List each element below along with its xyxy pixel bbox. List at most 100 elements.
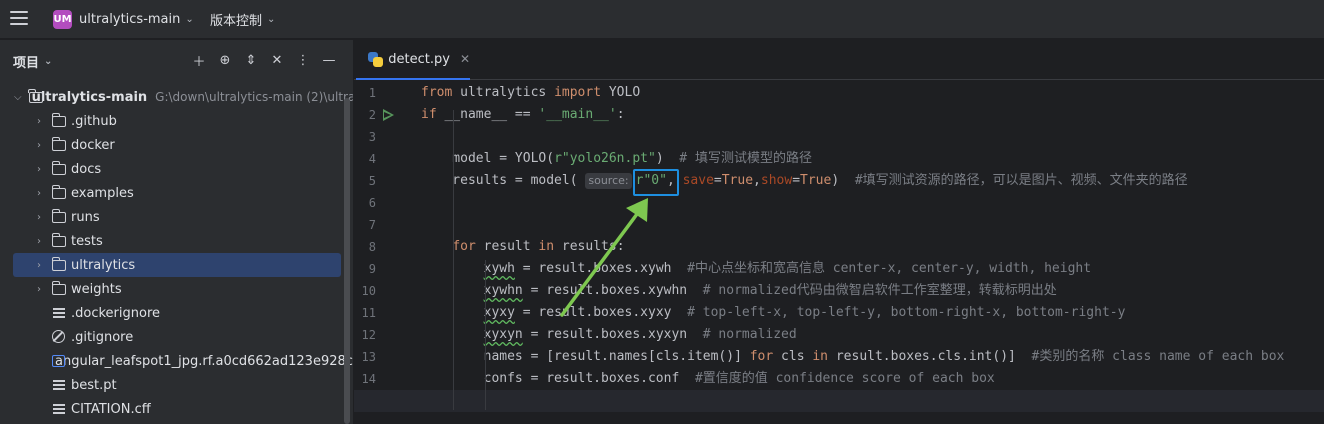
more-options-icon[interactable]: ⋮ — [290, 51, 316, 69]
tree-item-label: weights — [71, 281, 122, 297]
folder-icon — [51, 209, 67, 224]
folder-icon — [51, 113, 67, 128]
panel-scrollbar[interactable] — [344, 98, 350, 424]
code-line-15-current — [354, 390, 1324, 412]
tree-item-examples[interactable]: › examples — [0, 181, 353, 205]
tree-item-best-pt[interactable]: best.pt — [0, 373, 353, 397]
tree-item-label: docs — [71, 161, 102, 177]
text-file-icon — [51, 378, 67, 392]
code-line-13: names = [result.names[cls.item()] for cl… — [421, 349, 1285, 364]
tree-item-label: runs — [71, 209, 100, 225]
editor-tab-bar: detect.py ✕ — [354, 40, 1324, 80]
code-area[interactable]: from ultralytics import YOLO if __name__… — [354, 82, 1324, 412]
new-file-icon[interactable]: ＋ — [186, 51, 212, 70]
title-bar: UM ultralytics-main ⌄ 版本控制 ⌄ — [0, 0, 1324, 39]
line-number: 10 — [361, 284, 376, 298]
indent-guide — [485, 260, 486, 410]
tree-item-docker[interactable]: › docker — [0, 133, 353, 157]
line-number: 8 — [368, 240, 376, 254]
tree-item-tests[interactable]: › tests — [0, 229, 353, 253]
tree-item-label: .github — [71, 113, 117, 129]
chevron-down-icon[interactable]: ⌵ — [14, 92, 22, 103]
tree-item-label: best.pt — [71, 377, 117, 393]
tree-item-citation[interactable]: CITATION.cff — [0, 397, 353, 421]
chevron-right-icon[interactable]: › — [33, 188, 45, 199]
tree-item-label: docker — [71, 137, 115, 153]
folder-icon — [51, 161, 67, 176]
tree-item-root[interactable]: ⌵ ultralytics-main G:\down\ultralytics-m… — [0, 85, 353, 109]
expand-all-icon[interactable]: ⇕ — [238, 51, 264, 69]
ignore-file-icon — [51, 330, 67, 344]
hide-panel-icon[interactable]: — — [316, 51, 342, 69]
line-number: 1 — [368, 86, 376, 100]
text-file-icon — [51, 306, 67, 320]
chevron-right-icon[interactable]: › — [33, 140, 45, 151]
chevron-right-icon[interactable]: › — [33, 284, 45, 295]
parameter-hint: source: — [585, 173, 632, 189]
project-tree: ⌵ ultralytics-main G:\down\ultralytics-m… — [0, 85, 353, 421]
tree-item-label: CITATION.cff — [71, 401, 151, 417]
close-icon[interactable]: ✕ — [460, 52, 470, 66]
code-line-10: xywhn = result.boxes.xywhn # normalized代… — [483, 283, 1057, 298]
tree-item-weights[interactable]: › weights — [0, 277, 353, 301]
line-number: 11 — [361, 306, 376, 320]
line-number: 7 — [368, 218, 376, 232]
tree-item-gitignore[interactable]: .gitignore — [0, 325, 353, 349]
chevron-down-icon: ⌄ — [44, 56, 53, 67]
code-line-5: results = model( source: r"0", save=True,… — [421, 173, 1188, 189]
locate-icon[interactable]: ⊕ — [212, 51, 238, 69]
indent-guide — [453, 110, 454, 410]
text-file-icon — [51, 402, 67, 416]
panel-title: 项目 — [13, 56, 40, 71]
code-line-12: xyxyn = result.boxes.xyxyn # normalized — [483, 327, 797, 342]
line-number: 13 — [361, 350, 376, 364]
package-folder-icon — [51, 257, 67, 272]
main-menu-icon[interactable] — [10, 11, 28, 27]
tab-detect-py[interactable]: detect.py ✕ — [356, 40, 470, 80]
chevron-right-icon[interactable]: › — [33, 236, 45, 247]
tree-item-label: tests — [71, 233, 103, 249]
project-switcher[interactable]: UM ultralytics-main ⌄ — [53, 9, 194, 29]
tree-item-label: .dockerignore — [71, 305, 161, 321]
chevron-down-icon: ⌄ — [267, 14, 276, 25]
chevron-right-icon[interactable]: › — [33, 116, 45, 127]
line-number: 12 — [361, 328, 376, 342]
tree-item-docs[interactable]: › docs — [0, 157, 353, 181]
line-number: 4 — [368, 152, 376, 166]
tree-item-label: ultralytics-main — [31, 89, 148, 105]
folder-icon — [51, 281, 67, 296]
tree-item-github[interactable]: › .github — [0, 109, 353, 133]
code-line-1: from ultralytics import YOLO — [421, 85, 641, 100]
line-number: 9 — [368, 262, 376, 276]
tree-item-path: G:\down\ultralytics-main (2)\ultraly — [155, 90, 353, 104]
code-line-4: model = YOLO(r"yolo26n.pt") # 填写测试模型的路径 — [421, 151, 812, 166]
chevron-right-icon[interactable]: › — [33, 212, 45, 223]
project-panel-header: 项目 ⌄ ＋ ⊕ ⇕ ✕ ⋮ — — [0, 40, 353, 80]
chevron-right-icon[interactable]: › — [33, 260, 45, 271]
tree-item-runs[interactable]: › runs — [0, 205, 353, 229]
code-line-2: if __name__ == '__main__': — [421, 107, 625, 122]
python-file-icon — [368, 51, 383, 67]
project-badge: UM — [53, 9, 72, 29]
annotation-highlight-box — [633, 169, 679, 196]
folder-icon — [51, 185, 67, 200]
code-line-9: xywh = result.boxes.xywh #中心点坐标和宽高信息 cen… — [483, 261, 1092, 276]
line-number: 2 — [354, 104, 394, 126]
vcs-menu[interactable]: 版本控制 ⌄ — [210, 10, 275, 29]
editor: detect.py ✕ 1 2 3 4 5 6 7 8 9 10 11 12 1… — [354, 40, 1324, 424]
run-icon[interactable] — [383, 109, 394, 121]
tree-item-image-file[interactable]: angular_leafspot1_jpg.rf.a0cd662ad123e92… — [0, 349, 353, 373]
tree-item-label: examples — [71, 185, 134, 201]
project-panel: 项目 ⌄ ＋ ⊕ ⇕ ✕ ⋮ — ⌵ ultralytics-main G:\d… — [0, 40, 353, 424]
tree-item-ultralytics[interactable]: › ultralytics — [13, 253, 341, 277]
line-gutter: 1 2 3 4 5 6 7 8 9 10 11 12 13 14 15 — [354, 82, 414, 412]
project-view-selector[interactable]: 项目 ⌄ — [13, 52, 52, 71]
code-line-14: confs = result.boxes.conf #置信度的值 confide… — [421, 371, 995, 386]
line-number: 14 — [361, 372, 376, 386]
tree-item-dockerignore[interactable]: .dockerignore — [0, 301, 353, 325]
code-line-8: for result in results: — [452, 239, 625, 254]
collapse-all-icon[interactable]: ✕ — [264, 51, 290, 69]
chevron-right-icon[interactable]: › — [33, 164, 45, 175]
